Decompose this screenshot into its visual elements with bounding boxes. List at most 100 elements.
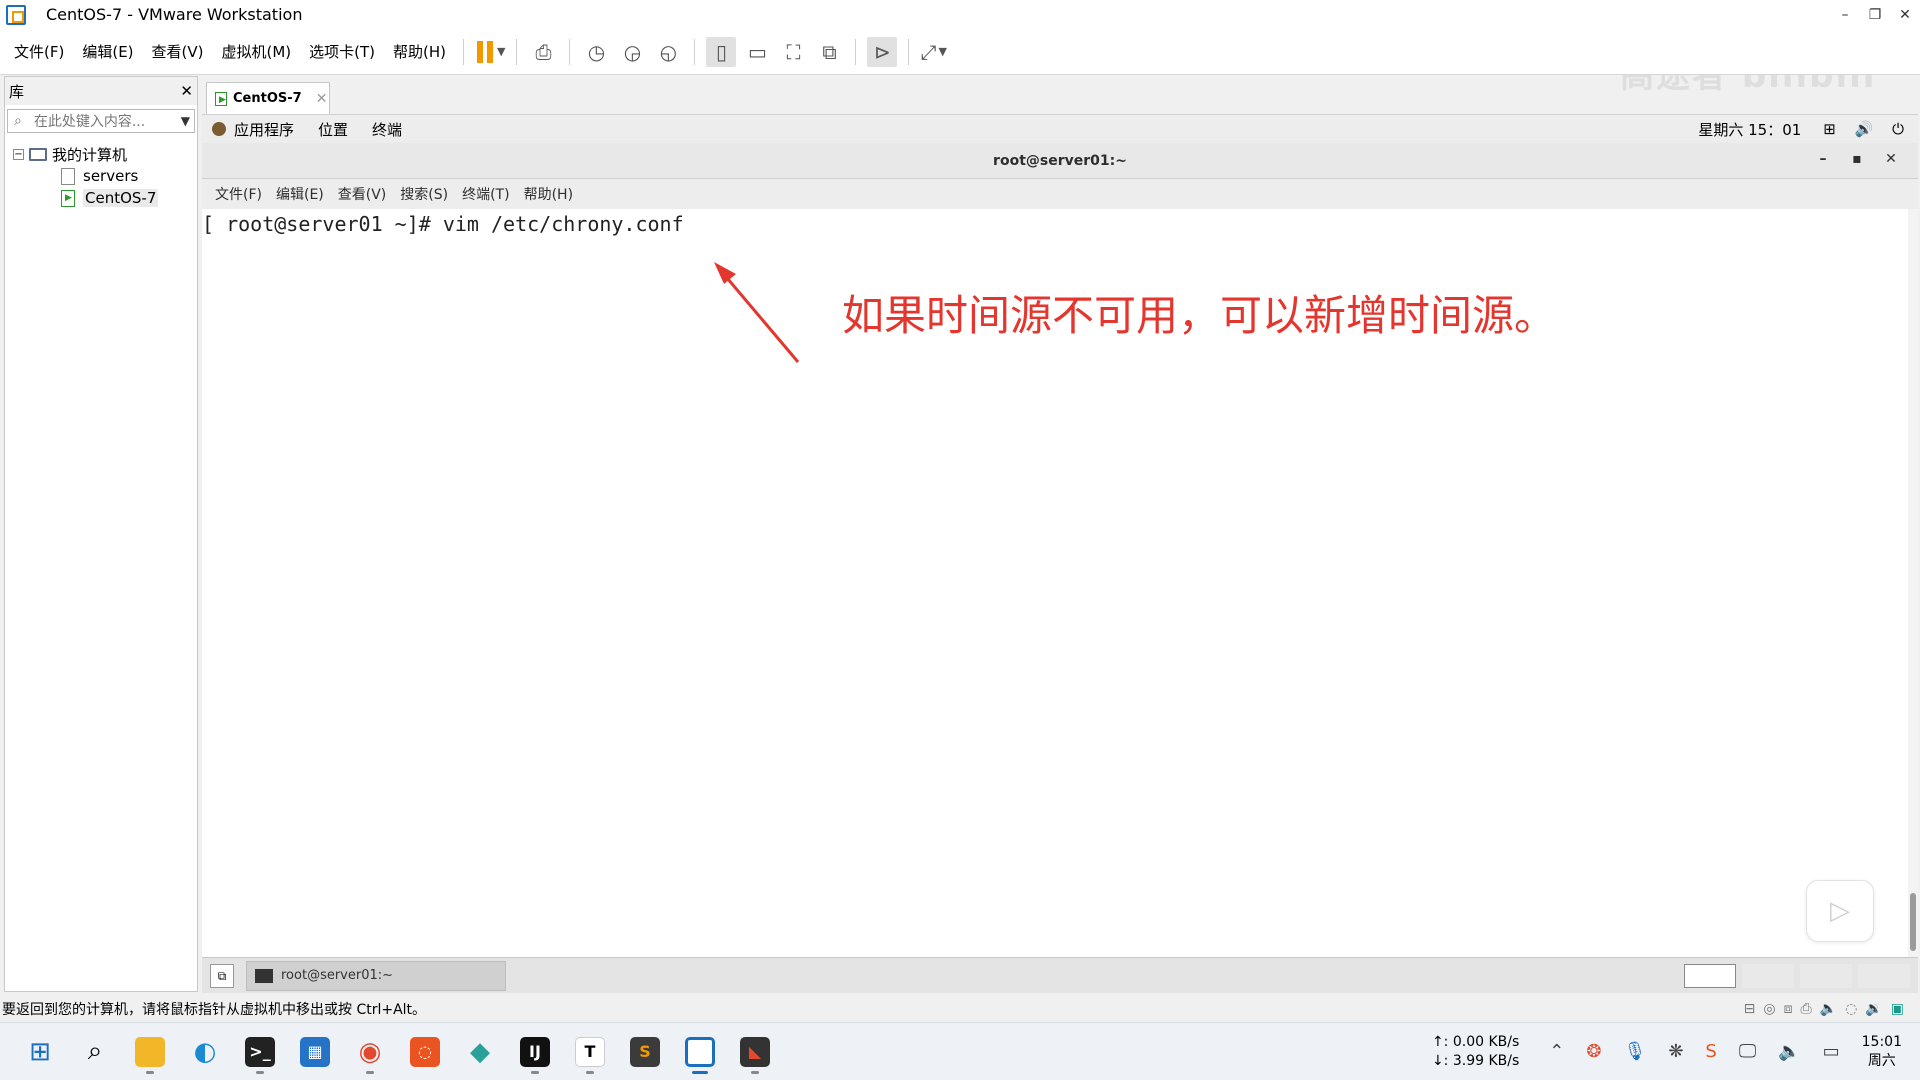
menu-view[interactable]: 查看(V) [143,41,213,62]
terminal-menu-terminal[interactable]: 终端(T) [455,184,516,204]
terminal-app-icon[interactable]: >_ [236,1028,284,1076]
status-text: 要返回到您的计算机，请将鼠标指针从虚拟机中移出或按 Ctrl+Alt。 [2,1002,427,1018]
title-bar: CentOS-7 - VMware Workstation – ❐ ✕ [0,0,1920,29]
show-library-icon[interactable]: ▯ [706,36,737,67]
remote-desktop-icon[interactable]: ◣ [731,1028,779,1076]
console-view-icon[interactable]: ⊳ [867,36,898,67]
settings-tray-icon[interactable]: ❋ [1668,1041,1683,1062]
status-bar: 要返回到您的计算机，请将鼠标指针从虚拟机中移出或按 Ctrl+Alt。 ⊟ ◎ … [0,996,1920,1022]
search-dropdown-icon[interactable]: ▼ [181,114,190,128]
display-icon[interactable]: 🖵 [1739,1041,1756,1062]
workspace-switcher[interactable] [1678,963,1910,988]
snapshot-icon[interactable]: ◷ [581,37,611,67]
power-icon[interactable]: ⏻ [1892,120,1904,138]
restore-button[interactable]: ❐ [1860,7,1890,23]
workspace-2[interactable] [1742,963,1794,988]
hdd-icon[interactable]: ⊟ [1744,1001,1756,1017]
gnome-apps-icon [212,122,226,136]
full-screen-icon[interactable]: ⛶ [778,37,808,67]
taskbar-clock[interactable]: 15:01 周六 [1862,1033,1902,1071]
pause-icon[interactable]: ▼ [475,37,505,67]
volume-icon[interactable]: 🔊 [1855,120,1874,138]
tree-item-centos7[interactable]: CentOS-7 [13,187,197,209]
menu-places[interactable]: 位置 [318,119,348,140]
network-icon[interactable]: ⊞ [1823,120,1836,138]
network-adapter-icon[interactable]: ⧈ [1784,1001,1793,1017]
search-icon[interactable]: ⌕ [71,1028,119,1076]
close-button[interactable]: ✕ [1890,7,1920,23]
unity-icon[interactable]: ⧉ [814,37,844,67]
workspace-3[interactable] [1800,963,1852,988]
message-icon[interactable]: ▣ [1891,1001,1904,1017]
vmware-taskbar-icon[interactable] [676,1028,724,1076]
stretch-icon[interactable]: ⤢ ▼ [920,37,946,67]
tab-centos7[interactable]: CentOS-7 ✕ [206,82,330,114]
menu-applications[interactable]: 应用程序 [234,119,294,140]
typora-icon[interactable]: T [566,1028,614,1076]
speaker-icon[interactable]: 🔈 [1778,1041,1800,1062]
minimize-button[interactable]: – [1830,7,1860,23]
terminal-minimize-button[interactable]: – [1806,151,1840,167]
network-speed: ↑: 0.00 KB/s ↓: 3.99 KB/s [1431,1033,1520,1069]
terminal-menu-file[interactable]: 文件(F) [208,184,269,204]
edge-icon[interactable]: ◐ [181,1028,229,1076]
terminal-menu-help[interactable]: 帮助(H) [517,184,580,204]
sublime-icon[interactable]: S [621,1028,669,1076]
windows-taskbar: ⊞ ⌕ ◐ >_ ▦ ◉ ◌ ◆ IJ T S ◣ ↑: 0.00 KB/s ↓… [0,1022,1920,1080]
terminal-scrollbar[interactable] [1908,209,1918,957]
guest-taskbar: ⧉ root@server01:~ [202,957,1918,993]
library-title: 库 [9,82,25,101]
workspace-1[interactable] [1684,963,1736,988]
vm-running-icon [215,91,227,106]
battery-icon[interactable]: ▭ [1823,1041,1840,1062]
send-keys-icon[interactable]: ⎙ [528,37,558,67]
library-search-input[interactable]: ⌕ 在此处键入内容... ▼ [7,109,195,133]
menu-help[interactable]: 帮助(H) [384,41,455,62]
tree-item-my-computer[interactable]: − 我的计算机 [13,143,197,165]
printer-icon[interactable]: ⎙ [1800,1001,1811,1017]
ubuntu-icon[interactable]: ◌ [401,1028,449,1076]
chevron-up-icon[interactable]: ⌃ [1549,1041,1564,1062]
collapse-icon[interactable]: − [13,148,24,160]
terminal-close-button[interactable]: ✕ [1874,151,1908,167]
menu-terminal[interactable]: 终端 [372,119,402,140]
guest-top-bar: 应用程序 位置 终端 星期六 15：01 ⊞ 🔊 ⏻ [202,114,1918,143]
app-tray-icon[interactable]: ❂ [1586,1041,1601,1062]
thumbnail-bar-icon[interactable]: ▭ [742,37,772,67]
intellij-icon[interactable]: IJ [511,1028,559,1076]
chrome-icon[interactable]: ◉ [346,1028,394,1076]
revert-snapshot-icon[interactable]: ◶ [617,37,647,67]
file-explorer-icon[interactable] [126,1028,174,1076]
library-panel: 库 ✕ ⌕ 在此处键入内容... ▼ − 我的计算机 servers CentO… [4,76,198,992]
terminal-menu-bar: 文件(F) 编辑(E) 查看(V) 搜索(S) 终端(T) 帮助(H) [202,179,1918,209]
play-overlay-button[interactable]: ▷ [1806,880,1874,942]
library-close-icon[interactable]: ✕ [180,82,193,100]
workspace-4[interactable] [1858,963,1910,988]
cd-icon[interactable]: ◎ [1763,1001,1775,1017]
microphone-icon[interactable]: 🎙 [1623,1041,1646,1062]
audio-icon[interactable]: 🔉 [1865,1001,1882,1017]
terminal-command-line: [ root@server01 ~]# vim /etc/chrony.conf [202,212,684,236]
sound-card-icon[interactable]: 🔈 [1820,1001,1837,1017]
menu-tabs[interactable]: 选项卡(T) [300,41,384,62]
terminal-title: root@server01:~ [993,152,1127,169]
terminal-menu-edit[interactable]: 编辑(E) [269,184,331,204]
guest-taskbar-terminal-item[interactable]: root@server01:~ [246,960,506,991]
git-icon[interactable]: ◆ [456,1028,504,1076]
tree-item-servers[interactable]: servers [13,165,197,187]
terminal-menu-search[interactable]: 搜索(S) [393,184,455,204]
menu-vm[interactable]: 虚拟机(M) [213,41,301,62]
menu-edit[interactable]: 编辑(E) [73,41,142,62]
snapshot-manager-icon[interactable]: ◵ [653,37,683,67]
window-title: CentOS-7 - VMware Workstation [46,5,303,24]
terminal-maximize-button[interactable]: ▪ [1840,151,1874,167]
ime-icon[interactable]: S [1705,1041,1716,1062]
start-icon[interactable]: ⊞ [16,1028,64,1076]
menu-file[interactable]: 文件(F) [5,41,73,62]
usb-icon[interactable]: ◌ [1845,1001,1857,1017]
show-desktop-icon[interactable]: ⧉ [210,963,234,988]
tab-close-icon[interactable]: ✕ [316,91,328,107]
terminal-menu-view[interactable]: 查看(V) [331,184,394,204]
guest-clock[interactable]: 星期六 15：01 [1698,119,1801,140]
store-icon[interactable]: ▦ [291,1028,339,1076]
